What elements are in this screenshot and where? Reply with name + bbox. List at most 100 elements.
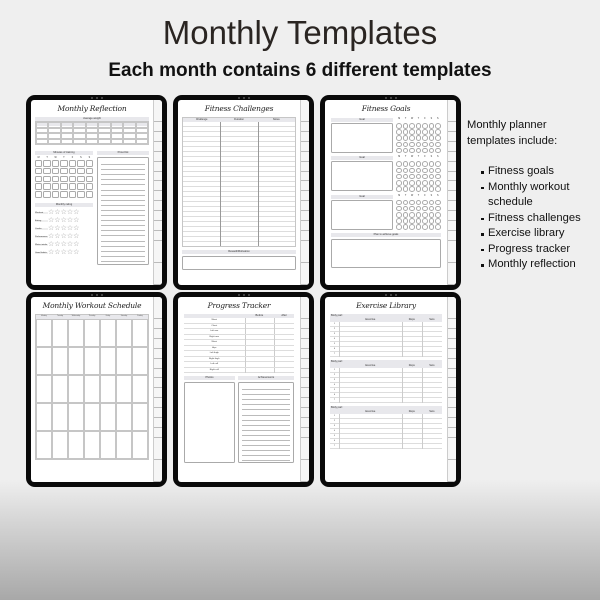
day-box[interactable] [85, 183, 93, 190]
schedule-cell[interactable] [84, 375, 100, 403]
month-tab[interactable] [448, 417, 456, 428]
habit-circle[interactable] [428, 173, 435, 180]
month-tab[interactable] [154, 240, 162, 263]
habit-circle[interactable] [409, 212, 415, 218]
habit-circle[interactable] [428, 129, 435, 135]
habit-circle[interactable] [415, 224, 422, 231]
month-tab[interactable] [301, 191, 309, 202]
month-tab[interactable] [301, 378, 309, 389]
habit-circle[interactable] [396, 161, 402, 167]
month-tab[interactable] [154, 398, 162, 408]
habit-circle[interactable] [409, 123, 415, 129]
month-tab[interactable] [448, 262, 456, 285]
month-tab[interactable] [154, 388, 162, 399]
month-tab[interactable] [154, 171, 162, 182]
month-tab[interactable] [154, 151, 162, 162]
month-tab[interactable] [448, 132, 456, 142]
habit-circle[interactable] [435, 186, 441, 192]
habit-circle[interactable] [428, 212, 435, 218]
month-tab[interactable] [154, 161, 162, 172]
month-tab[interactable] [448, 100, 456, 123]
habit-circle[interactable] [415, 218, 422, 224]
month-tab[interactable] [154, 407, 162, 418]
month-tab[interactable] [154, 100, 162, 123]
habit-circle[interactable] [415, 141, 422, 148]
schedule-cell[interactable] [116, 375, 132, 403]
month-tab[interactable] [301, 417, 309, 428]
day-box[interactable] [60, 183, 68, 190]
month-tab[interactable] [154, 348, 162, 359]
habit-circle[interactable] [396, 205, 402, 212]
habit-circle[interactable] [396, 173, 402, 180]
habit-circle[interactable] [396, 135, 402, 141]
habit-circle[interactable] [402, 123, 409, 129]
star-icon[interactable]: ☆ [73, 249, 79, 256]
exercise-cell[interactable] [338, 352, 402, 357]
habit-circle[interactable] [396, 199, 402, 206]
habit-circle[interactable] [422, 224, 428, 231]
day-box[interactable] [68, 191, 77, 198]
before-cell[interactable] [244, 356, 275, 362]
habit-circle[interactable] [428, 161, 435, 167]
habit-circle[interactable] [422, 123, 428, 129]
schedule-cell[interactable] [132, 431, 148, 459]
month-tab[interactable] [448, 398, 456, 408]
day-box[interactable] [77, 160, 85, 167]
before-cell[interactable] [244, 318, 275, 323]
day-box[interactable] [68, 183, 77, 190]
day-box[interactable] [60, 167, 68, 175]
habit-circle[interactable] [409, 147, 415, 154]
month-tab[interactable] [301, 201, 309, 211]
day-box[interactable] [51, 183, 60, 190]
day-box[interactable] [68, 167, 77, 175]
month-tab[interactable] [301, 181, 309, 192]
month-tab[interactable] [448, 210, 456, 221]
exercise-cell[interactable] [338, 398, 402, 403]
habit-circle[interactable] [435, 147, 441, 154]
after-cell[interactable] [274, 362, 294, 367]
habit-circle[interactable] [402, 199, 409, 206]
month-tab[interactable] [448, 388, 456, 399]
month-tab[interactable] [448, 348, 456, 359]
month-tab[interactable] [301, 459, 309, 482]
habit-circle[interactable] [409, 199, 415, 206]
habit-circle[interactable] [402, 141, 409, 148]
after-cell[interactable] [274, 356, 294, 362]
habit-circle[interactable] [435, 224, 441, 231]
month-tab[interactable] [154, 210, 162, 221]
month-tab[interactable] [301, 398, 309, 408]
month-tab[interactable] [448, 191, 456, 202]
month-tab[interactable] [154, 427, 162, 438]
month-tab[interactable] [301, 122, 309, 133]
habit-circle[interactable] [396, 129, 402, 135]
habit-circle[interactable] [435, 205, 441, 212]
before-cell[interactable] [244, 340, 275, 345]
day-box[interactable] [60, 191, 68, 198]
habit-circle[interactable] [396, 179, 402, 186]
day-box[interactable] [51, 160, 60, 167]
habit-circle[interactable] [422, 212, 428, 218]
schedule-cell[interactable] [132, 375, 148, 403]
month-tab[interactable] [301, 319, 309, 330]
before-cell[interactable] [244, 345, 275, 351]
schedule-cell[interactable] [52, 403, 68, 431]
month-tab[interactable] [448, 181, 456, 192]
habit-circle[interactable] [415, 135, 422, 141]
habit-circle[interactable] [422, 141, 428, 148]
month-tabs[interactable] [447, 100, 456, 285]
month-tab[interactable] [154, 297, 162, 320]
schedule-cell[interactable] [100, 319, 116, 347]
before-cell[interactable] [244, 329, 275, 334]
month-tab[interactable] [448, 407, 456, 418]
habit-circle[interactable] [428, 224, 435, 231]
habit-circle[interactable] [402, 186, 409, 192]
habit-circle[interactable] [402, 129, 409, 135]
star-icon[interactable]: ☆ [73, 217, 79, 224]
schedule-cell[interactable] [132, 403, 148, 431]
schedule-cell[interactable] [100, 403, 116, 431]
schedule-cell[interactable] [116, 431, 132, 459]
month-tab[interactable] [448, 459, 456, 482]
month-tab[interactable] [154, 319, 162, 330]
month-tab[interactable] [154, 262, 162, 285]
habit-circle[interactable] [422, 199, 428, 206]
